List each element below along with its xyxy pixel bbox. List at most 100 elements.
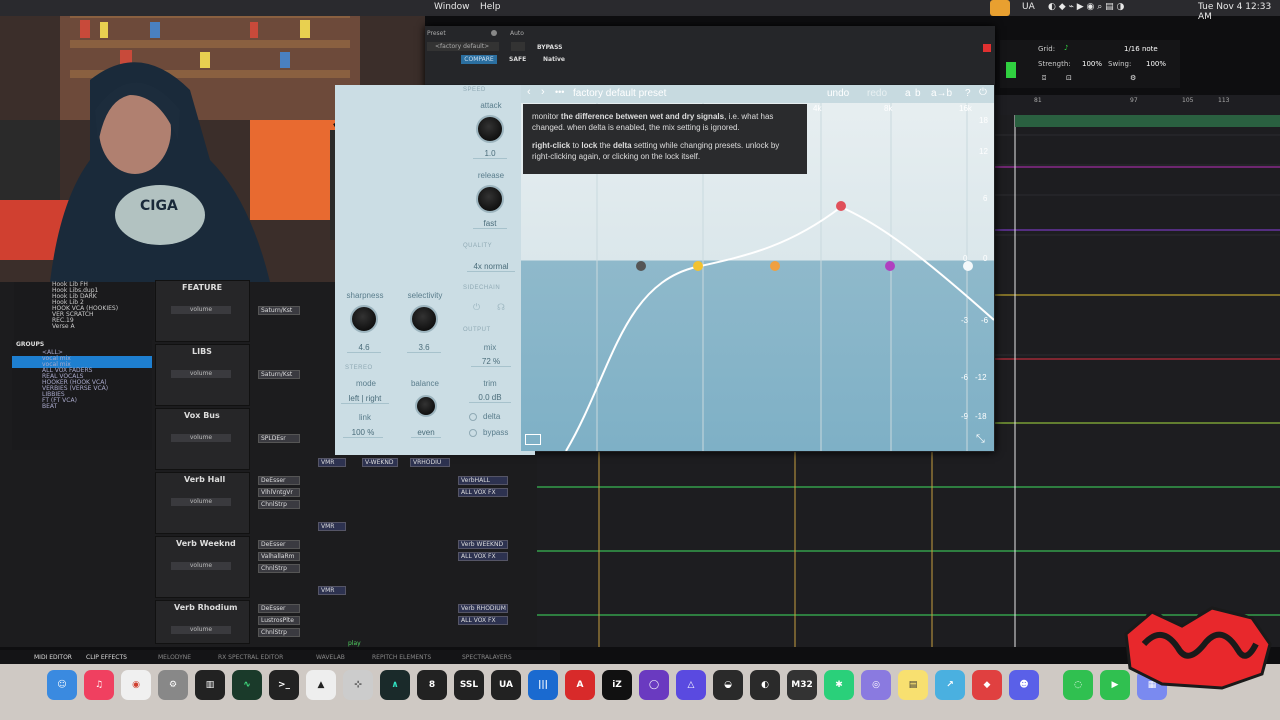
link-value[interactable]: 100 % (343, 428, 383, 438)
tab-rx-spectral[interactable]: RX SPECTRAL EDITOR (218, 654, 283, 661)
mixer-strip[interactable]: LIBS volume (155, 344, 250, 406)
insert-slot[interactable]: DeEsser (258, 540, 300, 549)
install-icon[interactable]: 8 (417, 670, 447, 700)
resize-icon[interactable]: ⤡ (976, 432, 985, 446)
chrome-icon[interactable]: ◉ (121, 670, 151, 700)
power-icon[interactable]: ⏻ (473, 303, 480, 313)
close-icon[interactable] (983, 44, 991, 52)
quality-value[interactable]: 4x normal (467, 262, 515, 272)
tab-repitch[interactable]: REPITCH ELEMENTS (372, 654, 431, 661)
eq-node[interactable] (693, 261, 703, 271)
menu-help[interactable]: Help (480, 2, 501, 12)
mixer-strip[interactable]: Verb Rhodium volume (155, 600, 250, 644)
m32-icon[interactable]: M32 (787, 670, 817, 700)
power-icon[interactable]: ⏻ (979, 87, 987, 98)
attack-value[interactable]: 1.0 (473, 149, 507, 159)
tab-melodyne[interactable]: MELODYNE (158, 654, 191, 661)
insert-slot[interactable]: ChnlStrp (258, 564, 300, 573)
send-slot[interactable]: Verb WEEKND (458, 540, 508, 549)
quantize-settings-icon[interactable]: ⊡ (1066, 74, 1072, 82)
safe-button[interactable]: SAFE (509, 56, 526, 63)
volume-label[interactable]: volume (171, 370, 231, 378)
ssl-icon[interactable]: SSL (454, 670, 484, 700)
eq-node[interactable] (770, 261, 780, 271)
insert-slot[interactable]: DeEsser (258, 476, 300, 485)
toolbox-icon[interactable]: ▲ (306, 670, 336, 700)
send-slot[interactable]: VMR (318, 522, 346, 531)
insert-slot[interactable]: ChnlStrp (258, 628, 300, 637)
preset-dropdown[interactable]: <factory default> (427, 42, 499, 51)
slack-icon[interactable]: ✱ (824, 670, 854, 700)
ab-a-button[interactable]: a (905, 88, 911, 99)
ab-copy-button[interactable]: a→b (931, 88, 952, 99)
insert-slot[interactable]: VlhlVntgVr (258, 488, 300, 497)
mixer-strip[interactable]: FEATURE volume (155, 280, 250, 342)
quantize-icon[interactable]: ⌼ (1042, 74, 1046, 83)
eq-node[interactable] (636, 261, 646, 271)
capture-icon[interactable]: ⊹ (343, 670, 373, 700)
native-button[interactable]: Native (543, 56, 565, 63)
discord-icon[interactable]: ☻ (1009, 670, 1039, 700)
activity-icon[interactable]: ∿ (232, 670, 262, 700)
ab-b-button[interactable]: b (915, 88, 921, 99)
gear-icon[interactable]: ⚙ (1130, 74, 1136, 82)
protools-icon[interactable]: ◯ (639, 670, 669, 700)
piano-icon[interactable]: ▥ (195, 670, 225, 700)
tab-spectralayers[interactable]: SPECTRALAYERS (462, 654, 512, 661)
back-icon[interactable]: ‹ (527, 86, 531, 98)
release-value[interactable]: fast (473, 219, 507, 229)
ua-icon[interactable]: UA (491, 670, 521, 700)
volume-label[interactable]: volume (171, 562, 231, 570)
preset-menu-icon[interactable] (511, 42, 525, 51)
console-icon[interactable]: ◐ (750, 670, 780, 700)
anydesk-icon[interactable]: ◆ (972, 670, 1002, 700)
tab-wavelab[interactable]: WAVELAB (316, 654, 345, 661)
mixer-strip[interactable]: Verb Hall volume (155, 472, 250, 534)
music-icon[interactable]: ♫ (84, 670, 114, 700)
insert-slot[interactable]: Saturn/Kst (258, 370, 300, 379)
send-slot[interactable]: VRHODIU (410, 458, 450, 467)
mixer-strip[interactable]: Vox Bus volume (155, 408, 250, 470)
notes-icon[interactable]: ▤ (898, 670, 928, 700)
settings-icon[interactable]: ⚙ (158, 670, 188, 700)
messages-icon[interactable]: ◌ (1063, 670, 1093, 700)
screen-icon[interactable] (525, 434, 541, 445)
mixer-strip[interactable]: Verb Weeknd volume (155, 536, 250, 598)
release-knob[interactable] (476, 185, 504, 213)
bypass-radio[interactable] (469, 429, 477, 437)
finder-icon[interactable]: ☺ (47, 670, 77, 700)
volume-label[interactable]: volume (171, 434, 231, 442)
avid-icon[interactable]: △ (676, 670, 706, 700)
insert-slot[interactable]: ValhallaRm (258, 552, 300, 561)
swing-value[interactable]: 100% (1146, 60, 1166, 68)
insert-slot[interactable]: Saturn/Kst (258, 306, 300, 315)
balance-value[interactable]: even (411, 428, 441, 438)
selectivity-knob[interactable] (410, 305, 438, 333)
redo-button[interactable]: redo (867, 88, 887, 99)
terminal-icon[interactable]: >_ (269, 670, 299, 700)
izotope-icon[interactable]: iZ (602, 670, 632, 700)
tab-clip-effects[interactable]: CLIP EFFECTS (86, 654, 127, 661)
insert-slot[interactable]: DeEsser (258, 604, 300, 613)
volume-label[interactable]: volume (171, 498, 231, 506)
selectivity-value[interactable]: 3.6 (407, 343, 441, 353)
arturia-icon[interactable]: A (565, 670, 595, 700)
send-slot[interactable]: VerbHALL (458, 476, 508, 485)
mix-value[interactable]: 72 % (471, 357, 511, 367)
group-item[interactable]: BEAT (12, 404, 152, 410)
bypass-button[interactable]: BYPASS (537, 44, 562, 51)
forward-icon[interactable]: › (541, 86, 545, 98)
send-slot[interactable]: VMR (318, 586, 346, 595)
sharpness-knob[interactable] (350, 305, 378, 333)
preset-title[interactable]: factory default preset (573, 88, 666, 99)
insert-slot[interactable]: ChnlStrp (258, 500, 300, 509)
send-slot[interactable]: ALL VOX FX (458, 488, 508, 497)
plugin-icon[interactable]: ∧ (380, 670, 410, 700)
attack-knob[interactable] (476, 115, 504, 143)
undo-button[interactable]: undo (827, 88, 849, 99)
waves-icon[interactable]: ||| (528, 670, 558, 700)
menu-window[interactable]: Window (434, 2, 470, 12)
compare-button[interactable]: COMPARE (461, 55, 497, 64)
monitor-icon[interactable]: ↗ (935, 670, 965, 700)
volume-label[interactable]: volume (171, 626, 231, 634)
